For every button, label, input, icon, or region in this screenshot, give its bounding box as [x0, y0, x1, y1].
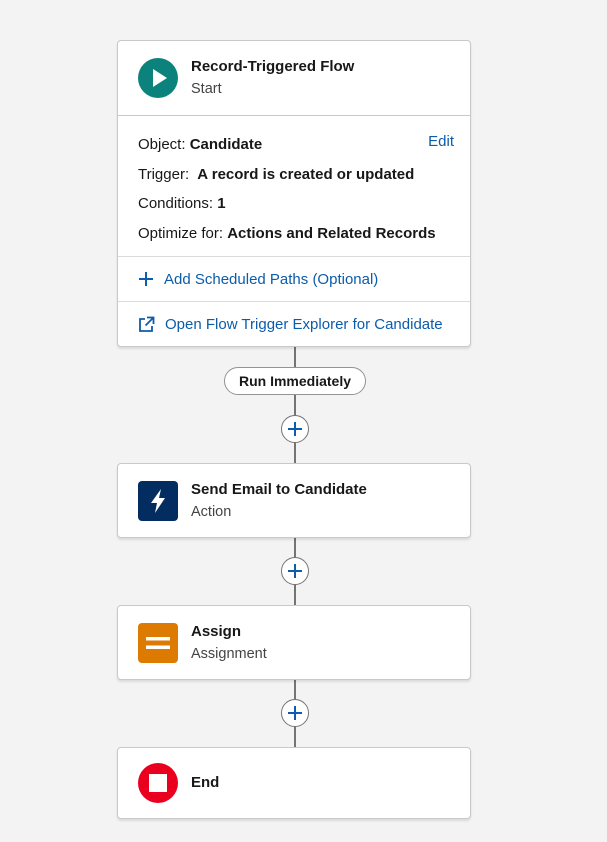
plus-icon: [138, 271, 154, 287]
plus-icon: [288, 564, 302, 578]
add-element-button-1[interactable]: [281, 415, 309, 443]
start-element-card[interactable]: Record-Triggered Flow Start Edit Object:…: [117, 40, 471, 347]
assignment-element-card[interactable]: Assign Assignment: [117, 605, 471, 680]
play-icon: [138, 58, 178, 98]
object-label: Object:: [138, 136, 186, 153]
lightning-bolt-icon: [138, 480, 178, 521]
conditions-label: Conditions:: [138, 195, 214, 212]
add-scheduled-paths-link[interactable]: Add Scheduled Paths (Optional): [118, 256, 470, 301]
optimize-row: Optimize for: Actions and Related Record…: [138, 219, 450, 249]
start-element-title: Record-Triggered Flow: [191, 58, 355, 75]
stop-icon: [138, 763, 178, 803]
trigger-label: Trigger:: [138, 165, 190, 183]
action-element-title: Send Email to Candidate: [191, 480, 367, 498]
assignment-element-title: Assign: [191, 622, 242, 640]
action-element-subtitle: Action: [191, 503, 232, 520]
equals-icon: [138, 622, 178, 663]
start-details: Edit Object: Candidate Trigger: A record…: [118, 115, 470, 256]
open-flow-trigger-explorer-label: Open Flow Trigger Explorer for Candidate: [165, 315, 443, 333]
end-element-card[interactable]: End: [117, 747, 471, 819]
plus-icon: [288, 422, 302, 436]
conditions-value: 1: [217, 195, 226, 212]
action-element-card[interactable]: Send Email to Candidate Action: [117, 463, 471, 538]
run-immediately-path-label[interactable]: Run Immediately: [224, 367, 366, 395]
optimize-value: Actions and Related Records: [227, 224, 436, 242]
trigger-value: A record is created or updated: [197, 165, 415, 183]
edit-start-link[interactable]: Edit: [428, 133, 454, 150]
object-value: Candidate: [189, 136, 263, 153]
assignment-element-subtitle: Assignment: [191, 645, 267, 662]
optimize-label: Optimize for:: [138, 224, 224, 242]
start-element-subtitle: Start: [191, 81, 222, 97]
open-flow-trigger-explorer-link[interactable]: Open Flow Trigger Explorer for Candidate: [118, 301, 470, 346]
object-row: Object: Candidate: [138, 130, 450, 160]
conditions-row: Conditions: 1: [138, 189, 450, 219]
start-element-header[interactable]: Record-Triggered Flow Start: [118, 41, 470, 115]
trigger-row: Trigger: A record is created or updated: [138, 160, 450, 190]
connector-line-1: [294, 346, 296, 463]
add-element-button-2[interactable]: [281, 557, 309, 585]
plus-icon: [288, 706, 302, 720]
add-element-button-3[interactable]: [281, 699, 309, 727]
add-scheduled-paths-label: Add Scheduled Paths (Optional): [164, 270, 379, 288]
external-link-icon: [138, 316, 155, 333]
end-element-title: End: [191, 774, 220, 791]
